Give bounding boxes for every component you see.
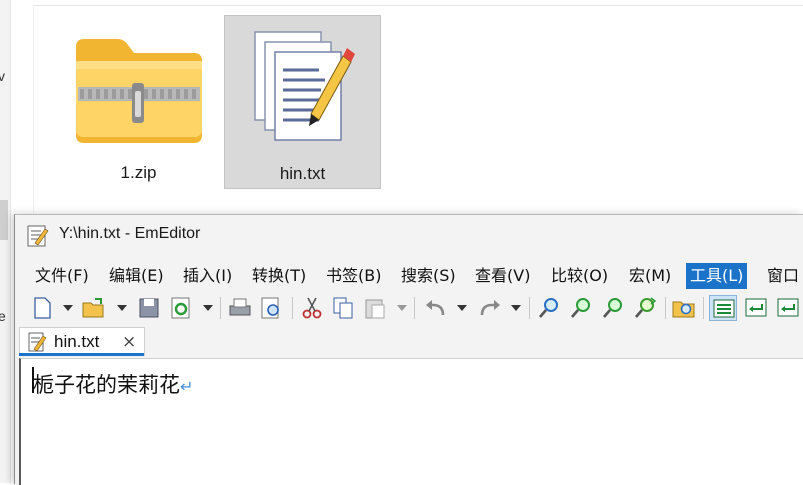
line-break-mark: ↵ <box>180 377 194 396</box>
file-name: hin.txt <box>279 164 326 183</box>
find-previous-icon[interactable] <box>601 295 627 321</box>
nav-pane-text-fragment: v <box>0 68 5 84</box>
title-bar[interactable]: Y:\hin.txt - EmEditor <box>15 215 803 257</box>
text-editing-area[interactable]: 栀子花的茉莉花↵ <box>19 358 803 485</box>
find-icon[interactable] <box>537 295 563 321</box>
toolbar-separator <box>220 297 221 319</box>
redo-icon[interactable] <box>477 295 503 321</box>
document-tab-bar: hin.txt × <box>15 325 803 357</box>
toolbar <box>15 292 803 324</box>
emeditor-window: Y:\hin.txt - EmEditor 文件(F) 编辑(E) 插入(I) … <box>14 214 803 485</box>
text-document-icon <box>28 332 47 352</box>
menu-compare[interactable]: 比较(O) <box>547 263 612 289</box>
toolbar-separator <box>665 297 666 319</box>
file-item-zip[interactable]: 1.zip <box>60 15 217 189</box>
window-title: Y:\hin.txt - EmEditor <box>59 225 201 242</box>
tab-label: hin.txt <box>54 332 100 351</box>
wrap-window-icon[interactable] <box>743 295 769 321</box>
divider <box>34 5 803 6</box>
navigation-pane-edge[interactable]: v e <box>0 0 11 483</box>
save-icon[interactable] <box>137 295 161 321</box>
zip-folder-icon <box>76 39 202 143</box>
menu-convert[interactable]: 转换(T) <box>248 263 310 289</box>
toolbar-separator <box>414 297 415 319</box>
toolbar-separator <box>292 297 293 319</box>
open-folder-icon[interactable] <box>81 295 107 321</box>
file-item-txt[interactable]: hin.txt <box>224 15 381 189</box>
find-next-icon[interactable] <box>569 295 595 321</box>
active-tab-indicator <box>19 353 144 356</box>
chevron-down-icon[interactable] <box>511 305 521 311</box>
wrap-toggle-icon[interactable] <box>709 295 737 321</box>
app-icon <box>27 225 49 247</box>
replace-icon[interactable] <box>633 295 659 321</box>
chevron-down-icon[interactable] <box>397 305 407 311</box>
chevron-down-icon[interactable] <box>457 305 467 311</box>
toolbar-separator <box>529 297 530 319</box>
undo-icon[interactable] <box>423 295 449 321</box>
menu-window[interactable]: 窗口 <box>763 263 803 289</box>
new-file-icon[interactable] <box>31 295 53 321</box>
chevron-down-icon[interactable] <box>203 305 213 311</box>
print-icon[interactable] <box>227 295 253 321</box>
menu-bookmark[interactable]: 书签(B) <box>322 263 385 289</box>
paste-icon[interactable] <box>363 295 387 321</box>
file-name: 1.zip <box>120 163 157 182</box>
menu-file[interactable]: 文件(F) <box>31 263 93 289</box>
menu-tools[interactable]: 工具(L) <box>686 263 748 289</box>
document-text: 栀子花的茉莉花 <box>33 373 180 397</box>
text-document-icon <box>254 31 355 141</box>
menu-search[interactable]: 搜索(S) <box>397 263 460 289</box>
nav-pane-text-fragment: e <box>0 308 6 324</box>
reload-icon[interactable] <box>169 295 193 321</box>
chevron-down-icon[interactable] <box>63 305 73 311</box>
tab-hin-txt[interactable]: hin.txt × <box>19 327 145 356</box>
close-icon[interactable]: × <box>122 332 136 352</box>
print-preview-icon[interactable] <box>259 295 285 321</box>
menu-insert[interactable]: 插入(I) <box>179 263 236 289</box>
menu-edit[interactable]: 编辑(E) <box>105 263 168 289</box>
nav-pane-scroll-handle[interactable] <box>0 200 8 240</box>
cut-icon[interactable] <box>300 295 324 321</box>
wrap-page-icon[interactable] <box>775 295 801 321</box>
menu-bar: 文件(F) 编辑(E) 插入(I) 转换(T) 书签(B) 搜索(S) 查看(V… <box>15 260 803 290</box>
menu-view[interactable]: 查看(V) <box>471 263 534 289</box>
toolbar-separator <box>703 297 704 319</box>
divider <box>33 5 34 215</box>
copy-icon[interactable] <box>331 295 355 321</box>
chevron-down-icon[interactable] <box>117 305 127 311</box>
find-in-files-icon[interactable] <box>671 295 697 321</box>
menu-macro[interactable]: 宏(M) <box>625 263 675 289</box>
document-line-1: 栀子花的茉莉花↵ <box>33 369 193 399</box>
